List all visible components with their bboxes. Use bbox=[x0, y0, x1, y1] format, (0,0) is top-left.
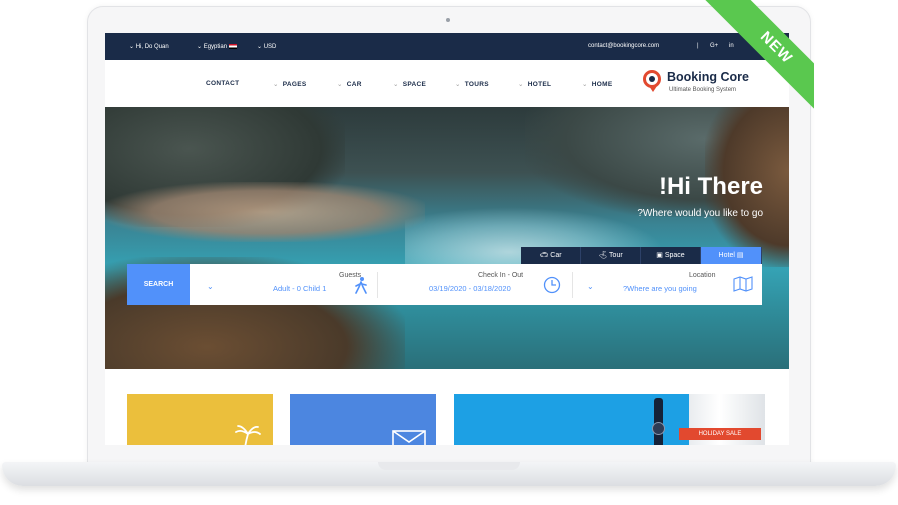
dates-label: Check In - Out bbox=[478, 272, 524, 279]
nav-pages[interactable]: ⌄ PAGES bbox=[273, 80, 307, 88]
laptop-base bbox=[2, 462, 896, 486]
hero-title: !Hi There bbox=[658, 173, 763, 200]
tab-tour[interactable]: ⛳︎ Tour bbox=[581, 247, 641, 265]
space-icon: ▣ bbox=[656, 252, 665, 259]
caret-down-icon: ⌄ bbox=[455, 81, 461, 88]
laptop-notch bbox=[378, 462, 520, 470]
watch-image bbox=[652, 398, 665, 445]
chevron-down-icon: ⌄ bbox=[587, 282, 594, 291]
tab-space[interactable]: ▣ Space bbox=[641, 247, 701, 265]
nav-car[interactable]: ⌄ CAR bbox=[337, 80, 362, 88]
tab-hotel[interactable]: Hotel ▤ bbox=[701, 247, 762, 265]
nav-label: CAR bbox=[346, 81, 362, 88]
tour-icon: ⛳︎ bbox=[598, 252, 610, 259]
caret-down-icon: ⌄ bbox=[337, 81, 343, 88]
promo-cards: HOLIDAY SALE bbox=[105, 369, 789, 445]
dates-value: 03/19/2020 - 03/18/2020 bbox=[429, 284, 511, 293]
contact-email[interactable]: contact@bookingcore.com bbox=[588, 43, 659, 49]
nav-home[interactable]: ⌄ HOME bbox=[582, 80, 612, 88]
nav-contact[interactable]: CONTACT bbox=[206, 80, 239, 87]
user-greeting: Hi, Do Quan bbox=[135, 44, 169, 50]
user-menu[interactable]: ⌄ Hi, Do Quan bbox=[129, 43, 169, 50]
hero-banner: !Hi There ?Where would you like to go 🚗︎… bbox=[105, 107, 789, 369]
promo-card-mail[interactable] bbox=[290, 394, 436, 445]
camera-dot bbox=[446, 18, 450, 22]
tab-label: Tour bbox=[609, 252, 623, 259]
field-divider bbox=[572, 272, 573, 298]
nav-label: CONTACT bbox=[206, 80, 240, 87]
currency-menu[interactable]: ⌄ USD bbox=[257, 43, 276, 50]
holiday-sale-badge: HOLIDAY SALE bbox=[679, 428, 761, 440]
tab-label: Hotel bbox=[718, 252, 735, 259]
map-icon bbox=[733, 276, 753, 292]
nav-label: TOURS bbox=[464, 81, 489, 88]
nav-label: PAGES bbox=[282, 81, 307, 88]
search-button[interactable]: SEARCH bbox=[127, 264, 190, 305]
screen: ⌄ Hi, Do Quan ⌄ Egyptian ⌄ USD contact@b… bbox=[105, 33, 789, 445]
egypt-flag-icon bbox=[229, 43, 238, 49]
caret-down-icon: ⌄ bbox=[518, 81, 524, 88]
nav-tours[interactable]: ⌄ TOURS bbox=[455, 80, 489, 88]
promo-card-sale[interactable]: HOLIDAY SALE bbox=[454, 394, 765, 445]
location-input: ?Where are you going bbox=[623, 284, 697, 293]
language-menu[interactable]: ⌄ Egyptian bbox=[197, 43, 238, 50]
caret-down-icon: ⌄ bbox=[273, 81, 279, 88]
search-tabs: 🚗︎ Car ⛳︎ Tour ▣ Space Hotel ▤ bbox=[521, 247, 762, 265]
promo-card-beach[interactable] bbox=[127, 394, 273, 445]
hotel-icon: ▤ bbox=[734, 252, 744, 259]
clock-icon bbox=[543, 276, 561, 294]
main-nav: CONTACT ⌄ PAGES ⌄ CAR ⌄ SPACE ⌄ TOURS ⌄ HOTEL… bbox=[105, 60, 789, 108]
tab-label: Car bbox=[550, 252, 562, 259]
caret-down-icon: ⌄ bbox=[393, 81, 399, 88]
nav-label: HOME bbox=[591, 81, 613, 88]
person-walking-icon bbox=[355, 277, 367, 294]
chevron-down-icon: ⌄ bbox=[207, 282, 214, 291]
currency-label: USD bbox=[263, 44, 277, 50]
tab-car[interactable]: 🚗︎ Car bbox=[521, 247, 581, 265]
caret-down-icon: ⌄ bbox=[582, 81, 588, 88]
nav-label: SPACE bbox=[402, 81, 427, 88]
hero-sand bbox=[105, 182, 425, 242]
language-label: Egyptian bbox=[203, 44, 228, 50]
top-bar: ⌄ Hi, Do Quan ⌄ Egyptian ⌄ USD contact@b… bbox=[105, 33, 789, 60]
new-ribbon-label: NEW bbox=[693, 0, 814, 126]
field-divider bbox=[377, 272, 378, 298]
nav-label: HOTEL bbox=[527, 81, 552, 88]
location-label: Location bbox=[689, 272, 716, 279]
car-icon: 🚗︎ bbox=[539, 252, 551, 259]
hero-subtitle: ?Where would you like to go bbox=[637, 208, 763, 219]
nav-hotel[interactable]: ⌄ HOTEL bbox=[518, 80, 551, 88]
envelope-icon bbox=[392, 430, 426, 445]
palm-tree-icon bbox=[235, 425, 261, 445]
nav-space[interactable]: ⌄ SPACE bbox=[393, 80, 426, 88]
tab-label: Space bbox=[664, 252, 685, 259]
search-bar: SEARCH ⌄ Guests Adult - 0 Child 1 Check … bbox=[127, 264, 762, 305]
new-ribbon: NEW bbox=[688, 0, 814, 126]
guests-value: Adult - 0 Child 1 bbox=[273, 284, 327, 293]
logo-pin-tail bbox=[649, 86, 657, 92]
